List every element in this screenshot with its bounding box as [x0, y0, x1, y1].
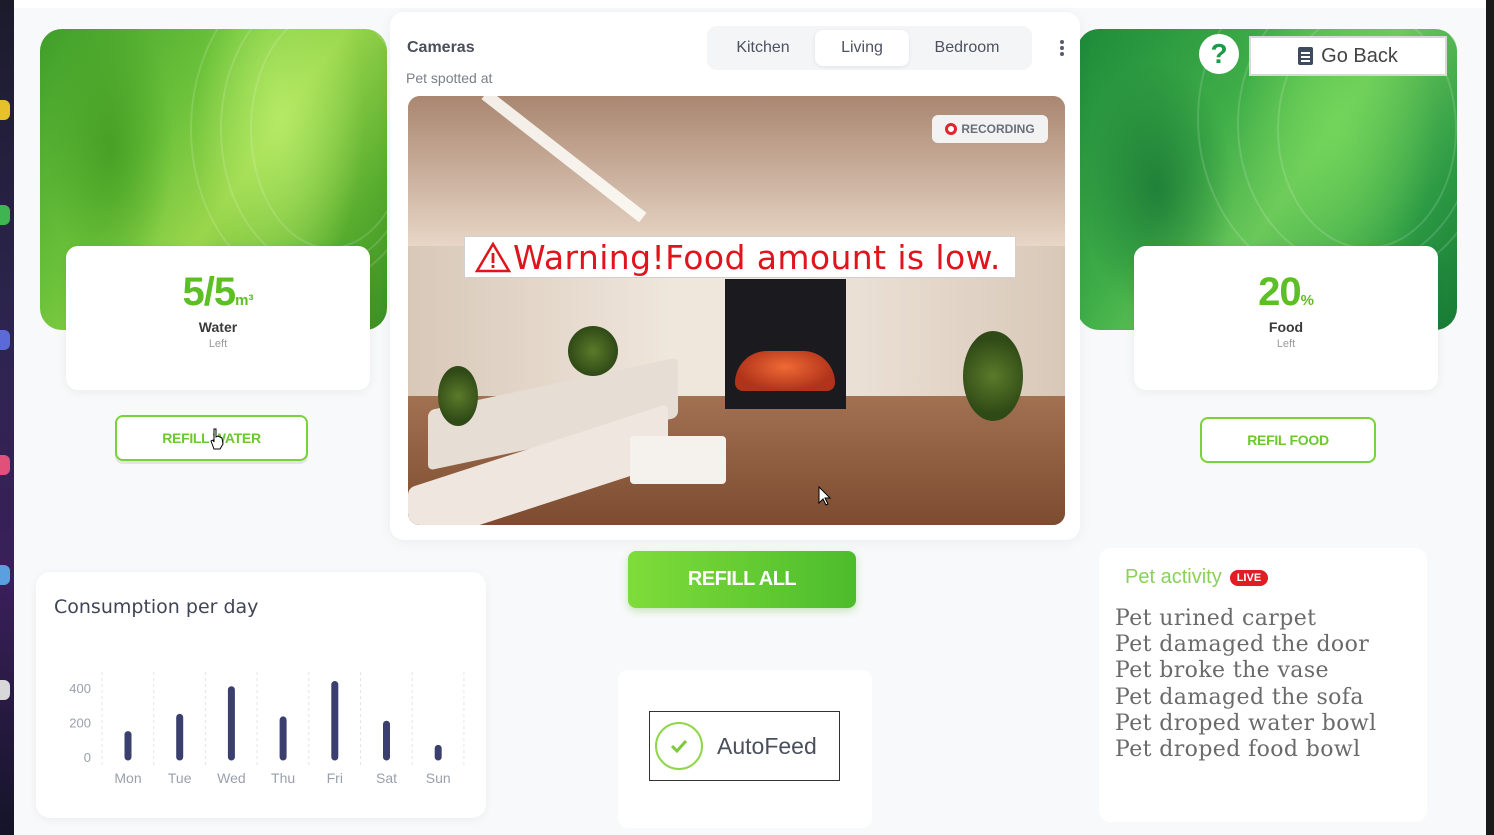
desktop-edge-left [0, 0, 14, 835]
activity-item: Pet urined carpet [1115, 606, 1317, 631]
tab-kitchen[interactable]: Kitchen [711, 30, 815, 66]
food-value: 20% [1134, 270, 1438, 315]
food-unit: % [1300, 292, 1314, 309]
tab-living[interactable]: Living [815, 30, 909, 66]
feed-car [735, 351, 835, 391]
x-tick-label: Thu [271, 770, 295, 786]
water-sublabel: Left [208, 338, 228, 350]
top-bar [14, 0, 1486, 8]
activity-item: Pet broke the vase [1115, 658, 1329, 684]
camera-feed: RECORDING Warning!Food amount is low. [408, 96, 1065, 525]
camera-tabs: Kitchen Living Bedroom [707, 26, 1032, 70]
refill-food-button[interactable]: REFIL FOOD [1200, 417, 1376, 463]
consumption-chart-card: Consumption per day 0 200 400 Mon Tue Wed Thu F… [36, 572, 486, 818]
camera-panel: Cameras Pet spotted at Kitchen Living Be… [390, 12, 1080, 540]
recording-label: RECORDING [961, 122, 1035, 136]
autofeed-toggle[interactable]: AutoFeed [649, 711, 840, 781]
go-back-label: Go Back [1321, 44, 1398, 67]
cameras-subtitle: Pet spotted at [406, 70, 493, 86]
x-tick-label: Fri [327, 770, 343, 786]
more-options-icon[interactable] [1057, 38, 1067, 62]
activity-title: Pet activity [1125, 566, 1222, 588]
water-amount: 5/5 [182, 270, 237, 314]
food-sublabel: Left [1276, 338, 1296, 350]
y-tick-label: 400 [69, 681, 91, 696]
activity-item: Pet droped water bowl [1115, 710, 1377, 736]
mouse-pointer-icon [818, 486, 832, 506]
desktop-icon-fragment [0, 100, 10, 120]
recording-badge: RECORDING [932, 115, 1048, 143]
x-tick-label: Mon [114, 770, 141, 786]
refill-all-button[interactable]: REFILL ALL [628, 551, 856, 608]
food-stat-card: 20% Food Left [1134, 246, 1438, 390]
activity-list: Pet urined carpet Pet damaged the door P… [1115, 606, 1377, 763]
autofeed-label: AutoFeed [717, 732, 817, 759]
water-unit: m³ [235, 292, 254, 309]
check-icon [655, 722, 703, 770]
warning-text: Warning!Food amount is low. [513, 237, 1001, 277]
pet-activity-card: Pet activity LIVE Pet urined carpet Pet … [1099, 548, 1427, 822]
desktop-icon-fragment [0, 565, 10, 585]
activity-item: Pet droped food bowl [1115, 737, 1361, 763]
tab-bedroom[interactable]: Bedroom [909, 30, 1025, 66]
desktop-icon-fragment [0, 455, 10, 475]
help-button[interactable]: ? [1199, 34, 1239, 74]
x-tick-label: Tue [168, 770, 192, 786]
feed-plant [568, 326, 618, 376]
question-icon: ? [1210, 38, 1228, 69]
water-stat-card: 5/5m³ Water Left [66, 246, 370, 390]
consumption-chart: 0 200 400 Mon Tue Wed Thu Fri Sat Sun [69, 672, 465, 786]
desktop-icon-fragment [0, 680, 10, 700]
autofeed-panel: AutoFeed [618, 670, 872, 828]
activity-item: Pet damaged the door [1115, 632, 1370, 658]
activity-header: Pet activity LIVE [1125, 566, 1269, 589]
record-icon [945, 123, 958, 135]
x-tick-label: Wed [217, 770, 246, 786]
cameras-title: Cameras [407, 39, 475, 56]
feed-table [630, 436, 726, 484]
desktop-icon-fragment [0, 330, 10, 350]
water-label: Water [198, 319, 238, 335]
x-tick-label: Sat [376, 770, 397, 786]
y-tick-label: 200 [69, 716, 91, 731]
x-tick-label: Sun [426, 770, 451, 786]
feed-plant [963, 331, 1023, 421]
live-badge: LIVE [1229, 569, 1269, 586]
document-icon [1298, 47, 1314, 65]
warning-icon [475, 241, 511, 273]
food-label: Food [1268, 319, 1304, 335]
desktop-edge-right [1486, 0, 1494, 835]
y-tick-label: 0 [84, 750, 91, 765]
food-amount: 20 [1258, 270, 1301, 314]
go-back-button[interactable]: Go Back [1249, 36, 1447, 76]
activity-item: Pet damaged the sofa [1115, 684, 1364, 710]
pet-feeder-dashboard: ? Go Back 5/5m³ Water Left REFILL WATER … [14, 0, 1486, 835]
desktop-icon-fragment [0, 205, 10, 225]
feed-plant [438, 366, 478, 426]
low-food-warning: Warning!Food amount is low. [464, 236, 1016, 278]
water-value: 5/5m³ [66, 270, 370, 315]
hand-cursor-icon [210, 428, 224, 450]
